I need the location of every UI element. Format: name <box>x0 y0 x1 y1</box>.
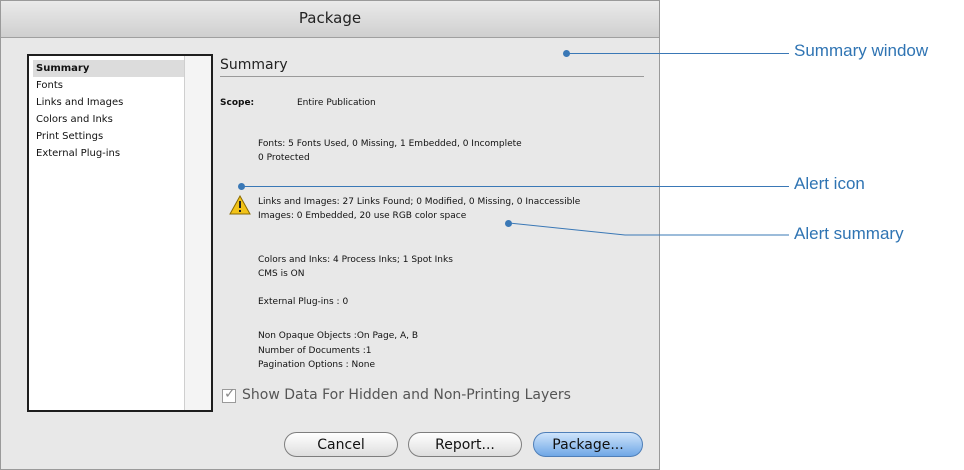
sidebar-item-fonts[interactable]: Fonts <box>33 77 186 94</box>
colors-summary-line2: CMS is ON <box>258 269 305 279</box>
non-opaque-objects: Non Opaque Objects :On Page, A, B <box>258 331 419 341</box>
section-divider <box>220 76 644 77</box>
scope-label: Scope: <box>220 98 255 108</box>
sidebar-item-colors-and-inks[interactable]: Colors and Inks <box>33 111 186 128</box>
alert-icon-callout-line <box>242 186 789 187</box>
report-button[interactable]: Report... <box>408 432 522 457</box>
links-summary-line1: Links and Images: 27 Links Found; 0 Modi… <box>258 197 581 207</box>
scope-value: Entire Publication <box>297 98 376 108</box>
package-button[interactable]: Package... <box>533 432 643 457</box>
links-summary-line2: Images: 0 Embedded, 20 use RGB color spa… <box>258 211 467 221</box>
sidebar-item-summary[interactable]: Summary <box>33 60 186 77</box>
checkmark-icon: ✓ <box>224 386 236 402</box>
title-bar[interactable]: Package <box>1 1 659 38</box>
section-title: Summary <box>220 57 288 73</box>
cancel-button[interactable]: Cancel <box>284 432 398 457</box>
sidebar-item-links-and-images[interactable]: Links and Images <box>33 94 186 111</box>
colors-summary-line1: Colors and Inks: 4 Process Inks; 1 Spot … <box>258 255 453 265</box>
pagination-options: Pagination Options : None <box>258 360 376 370</box>
fonts-summary-line2: 0 Protected <box>258 153 310 163</box>
sidebar-list: Summary Fonts Links and Images Colors an… <box>27 54 213 412</box>
show-hidden-layers-label[interactable]: Show Data For Hidden and Non-Printing La… <box>242 387 571 403</box>
fonts-summary-line1: Fonts: 5 Fonts Used, 0 Missing, 1 Embedd… <box>258 139 522 149</box>
alert-summary-callout-label: Alert summary <box>794 224 904 243</box>
warning-triangle-icon <box>229 195 251 215</box>
sidebar-scrollbar[interactable] <box>184 56 211 410</box>
window-title: Package <box>298 9 362 27</box>
show-hidden-layers-checkbox[interactable]: ✓ <box>222 386 236 403</box>
sidebar-item-print-settings[interactable]: Print Settings <box>33 128 186 145</box>
summary-window-callout-label: Summary window <box>794 41 929 60</box>
sidebar-item-external-plug-ins[interactable]: External Plug-ins <box>33 145 186 162</box>
number-of-documents: Number of Documents :1 <box>258 346 372 356</box>
plugins-summary: External Plug-ins : 0 <box>258 297 349 307</box>
summary-window-callout-line <box>567 53 789 54</box>
alert-summary-callout-line <box>509 222 789 236</box>
alert-icon-callout-label: Alert icon <box>794 174 865 193</box>
